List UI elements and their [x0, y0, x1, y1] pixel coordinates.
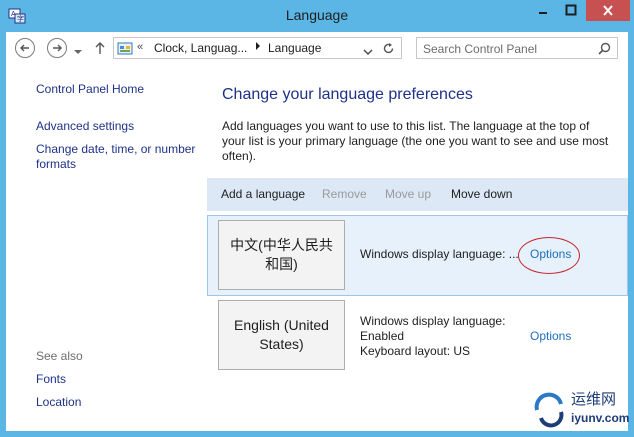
language-row-english[interactable]: English (United States) Windows display …: [207, 296, 628, 376]
maximize-icon: [565, 4, 577, 16]
move-up-button[interactable]: Move up: [385, 187, 431, 201]
breadcrumb-separator-icon[interactable]: [255, 41, 261, 54]
language-info: Windows display language: Enabled Keyboa…: [360, 314, 505, 359]
forward-arrow-icon: [53, 44, 62, 52]
address-dropdown[interactable]: [363, 45, 373, 59]
annotation-circle: [518, 237, 580, 274]
keyboard-layout-label: Keyboard layout: US: [360, 344, 471, 358]
refresh-icon: [383, 43, 394, 54]
page-description: Add languages you want to use to this li…: [222, 119, 609, 163]
page-title: Change your language preferences: [222, 86, 473, 103]
search-icon[interactable]: [598, 42, 611, 58]
watermark: 运维网 iyunv.com: [531, 388, 632, 433]
forward-button[interactable]: [47, 38, 67, 58]
language-info: Windows display language: ...: [360, 247, 519, 261]
recent-locations-dropdown[interactable]: [74, 44, 82, 58]
refresh-button[interactable]: [382, 42, 395, 58]
watermark-url: iyunv.com: [571, 411, 630, 425]
address-bar[interactable]: « Clock, Languag... Language: [113, 37, 402, 59]
maximize-button[interactable]: [558, 0, 584, 21]
control-panel-icon: [117, 41, 133, 60]
see-also-label: See also: [36, 349, 83, 363]
watermark-logo-icon: [534, 392, 564, 428]
chevron-down-icon: [363, 49, 373, 55]
address-overflow-chevron[interactable]: «: [137, 41, 143, 53]
navigation-bar: « Clock, Languag... Language Search Cont…: [6, 32, 628, 66]
breadcrumb-clock-language[interactable]: Clock, Languag...: [154, 41, 247, 55]
control-panel-home-link[interactable]: Control Panel Home: [36, 82, 144, 96]
watermark-text: 运维网: [571, 391, 617, 408]
back-arrow-icon: [20, 44, 29, 52]
up-button[interactable]: [94, 41, 106, 58]
add-language-button[interactable]: Add a language: [221, 187, 305, 201]
minimize-button[interactable]: [530, 0, 556, 21]
window: A字 Language « Clock, Languag... Language…: [0, 0, 634, 437]
display-language-label: Windows display language:: [360, 314, 506, 328]
move-down-button[interactable]: Move down: [451, 187, 512, 201]
remove-language-button[interactable]: Remove: [322, 187, 367, 201]
display-language-status: Enabled: [360, 329, 405, 343]
change-date-time-formats-link[interactable]: Change date, time, or number formats: [36, 142, 206, 172]
search-placeholder[interactable]: Search Control Panel: [423, 42, 537, 56]
chevron-down-icon: [74, 50, 82, 54]
fonts-link[interactable]: Fonts: [36, 372, 66, 386]
up-arrow-icon: [95, 42, 105, 54]
advanced-settings-link[interactable]: Advanced settings: [36, 119, 134, 133]
options-link-english[interactable]: Options: [530, 329, 571, 343]
language-toolbar: Add a language Remove Move up Move down: [207, 178, 628, 211]
language-name: 中文(中华人民共和国): [230, 237, 333, 272]
minimize-icon: [539, 12, 547, 14]
location-link[interactable]: Location: [36, 395, 81, 409]
language-tile-chinese[interactable]: 中文(中华人民共和国): [218, 220, 345, 290]
language-row-chinese[interactable]: 中文(中华人民共和国) Windows display language: ..…: [207, 215, 628, 296]
close-icon: [603, 5, 613, 16]
breadcrumb-language[interactable]: Language: [268, 41, 321, 55]
close-button[interactable]: [586, 0, 630, 21]
client-area: « Clock, Languag... Language Search Cont…: [6, 32, 628, 431]
title-bar[interactable]: A字 Language: [0, 0, 634, 32]
search-box[interactable]: Search Control Panel: [416, 37, 618, 59]
language-name: English (United States): [234, 317, 329, 352]
back-button[interactable]: [15, 38, 35, 58]
language-tile-english[interactable]: English (United States): [218, 300, 345, 370]
